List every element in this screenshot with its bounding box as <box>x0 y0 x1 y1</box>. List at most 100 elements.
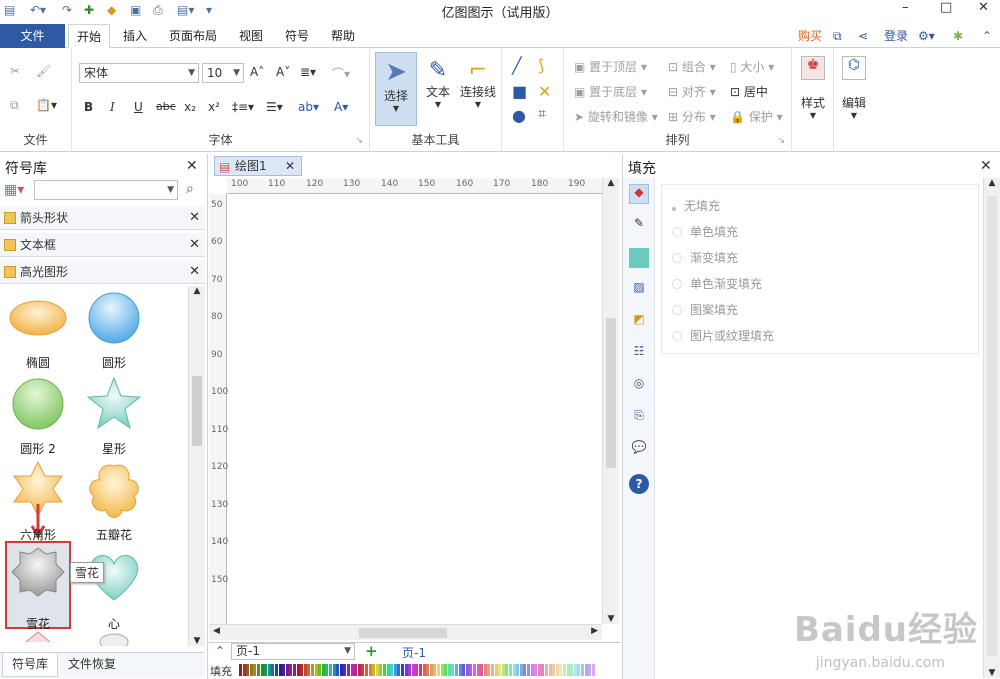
color-swatch[interactable] <box>314 664 318 676</box>
color-swatch[interactable] <box>480 664 484 676</box>
color-swatch[interactable] <box>458 664 462 676</box>
color-swatch[interactable] <box>516 664 520 676</box>
color-swatch[interactable] <box>476 664 480 676</box>
color-swatch[interactable] <box>570 664 574 676</box>
circle-shape[interactable] <box>88 292 140 344</box>
tab-insert[interactable]: 插入 <box>123 24 147 48</box>
color-swatch[interactable] <box>545 664 548 676</box>
color-swatch[interactable] <box>541 664 545 676</box>
line-spacing-icon[interactable]: ⌒▾ <box>332 65 350 82</box>
dialog-launcher-icon[interactable]: ↘ <box>777 136 785 146</box>
color-swatch[interactable] <box>581 664 584 676</box>
color-swatch[interactable] <box>303 664 307 676</box>
fill-option-gradient[interactable]: 渐变填充 <box>672 249 738 266</box>
tab-symbol[interactable]: 符号 <box>285 24 309 48</box>
ribbon-collapse-icon[interactable]: ⌃ <box>982 24 992 48</box>
star-shape[interactable] <box>86 376 142 430</box>
fill-icon[interactable]: ◆ <box>629 184 649 204</box>
color-swatch[interactable] <box>375 664 379 676</box>
color-swatch[interactable] <box>278 664 282 676</box>
paste-icon[interactable]: 📋▾ <box>36 98 57 112</box>
search-icon[interactable]: ⌕ <box>186 181 194 197</box>
color-swatch[interactable] <box>343 664 347 676</box>
color-swatch[interactable] <box>242 664 246 676</box>
grow-font-icon[interactable]: A˄ <box>250 65 264 79</box>
layers-icon[interactable]: ◩ <box>629 312 649 332</box>
fill-panel-scrollbar[interactable]: ▲ ▼ <box>983 178 1000 678</box>
copy-icon[interactable]: ⧉ <box>10 98 19 113</box>
shrink-font-icon[interactable]: A˅ <box>276 65 290 79</box>
color-swatch[interactable] <box>383 664 386 676</box>
color-swatch[interactable] <box>501 664 505 676</box>
color-swatch[interactable] <box>566 664 570 676</box>
color-swatch[interactable] <box>552 664 556 676</box>
fill-option-pattern[interactable]: 图案填充 <box>672 301 738 318</box>
scroll-up-icon[interactable]: ▲ <box>603 178 619 188</box>
ellipse-shape[interactable] <box>9 300 67 336</box>
scroll-up-icon[interactable]: ▲ <box>189 286 205 296</box>
document-tab[interactable]: ▤ 绘图1 ✕ <box>214 156 302 176</box>
font-name-select[interactable]: 宋体 ▼ <box>79 63 199 83</box>
five-petal-flower-shape[interactable] <box>89 464 139 518</box>
color-swatch[interactable] <box>357 664 361 676</box>
color-swatch[interactable] <box>588 664 592 676</box>
color-swatch[interactable] <box>483 664 487 676</box>
color-swatch[interactable] <box>419 664 422 676</box>
scroll-down-icon[interactable]: ▼ <box>189 636 205 646</box>
drawing-canvas[interactable] <box>228 195 602 623</box>
color-swatch[interactable] <box>429 664 433 676</box>
cut-icon[interactable]: ✂ <box>10 64 20 78</box>
send-to-back-button[interactable]: ▣ 置于底层 ▾ <box>574 83 647 100</box>
category-text-box[interactable]: 文本框 ✕ <box>0 233 205 257</box>
circle-2-shape[interactable] <box>12 378 64 430</box>
font-size-select[interactable]: 10 ▼ <box>202 63 244 83</box>
color-swatch[interactable] <box>462 664 466 676</box>
color-swatch[interactable] <box>534 664 538 676</box>
color-swatch[interactable] <box>264 664 268 676</box>
color-swatch[interactable] <box>311 664 314 676</box>
color-swatch[interactable] <box>401 664 404 676</box>
curve-icon[interactable]: ⟆ <box>538 56 544 75</box>
dialog-launcher-icon[interactable]: ↘ <box>355 136 363 146</box>
page-list-icon[interactable]: ☷ <box>629 344 649 364</box>
color-swatch[interactable] <box>354 664 358 676</box>
text-tool-button[interactable]: ✎ 文本 ▼ <box>420 52 456 126</box>
color-swatch[interactable] <box>275 664 278 676</box>
snowflake-shape[interactable] <box>11 547 65 597</box>
buy-link[interactable]: 购买 <box>798 24 822 48</box>
share-icon[interactable]: ⋖ <box>858 24 868 48</box>
center-button[interactable]: ⊡ 居中 <box>730 83 768 100</box>
color-swatch[interactable] <box>365 664 368 676</box>
color-swatch[interactable] <box>487 664 491 676</box>
color-swatch[interactable] <box>339 664 343 676</box>
bold-button[interactable]: B <box>84 100 93 114</box>
color-swatch[interactable] <box>257 664 260 676</box>
color-swatch[interactable] <box>512 664 516 676</box>
color-swatch[interactable] <box>246 664 250 676</box>
maximize-button[interactable]: □ <box>940 0 952 15</box>
color-swatch[interactable] <box>444 664 448 676</box>
scroll-down-icon[interactable]: ▼ <box>984 668 1000 678</box>
rotate-mirror-button[interactable]: ➤ 旋转和镜像 ▾ <box>574 108 658 125</box>
underline-button[interactable]: U <box>134 100 143 114</box>
color-swatch[interactable] <box>368 664 372 676</box>
color-swatch[interactable] <box>559 664 563 676</box>
color-swatch[interactable] <box>473 664 476 676</box>
color-swatch[interactable] <box>293 664 296 676</box>
tab-file-recovery[interactable]: 文件恢复 <box>68 653 116 677</box>
color-swatch[interactable] <box>296 664 300 676</box>
color-swatch[interactable] <box>350 664 354 676</box>
fill-option-picture-texture[interactable]: 图片或纹理填充 <box>672 327 774 344</box>
fill-option-single-gradient[interactable]: 单色渐变填充 <box>672 275 762 292</box>
cross-point-icon[interactable]: ✕ <box>538 82 551 101</box>
color-swatch[interactable] <box>519 664 523 676</box>
italic-button[interactable]: I <box>110 100 115 114</box>
color-swatch[interactable] <box>491 664 494 676</box>
settings-gear-icon[interactable]: ⚙▾ <box>918 24 935 48</box>
color-swatch[interactable] <box>433 664 437 676</box>
color-swatch[interactable] <box>253 664 257 676</box>
color-swatch[interactable] <box>361 664 365 676</box>
format-painter-icon[interactable]: 🖌 <box>36 64 51 78</box>
image-icon[interactable]: ▨ <box>629 280 649 300</box>
font-color-icon[interactable]: A▾ <box>334 100 348 114</box>
